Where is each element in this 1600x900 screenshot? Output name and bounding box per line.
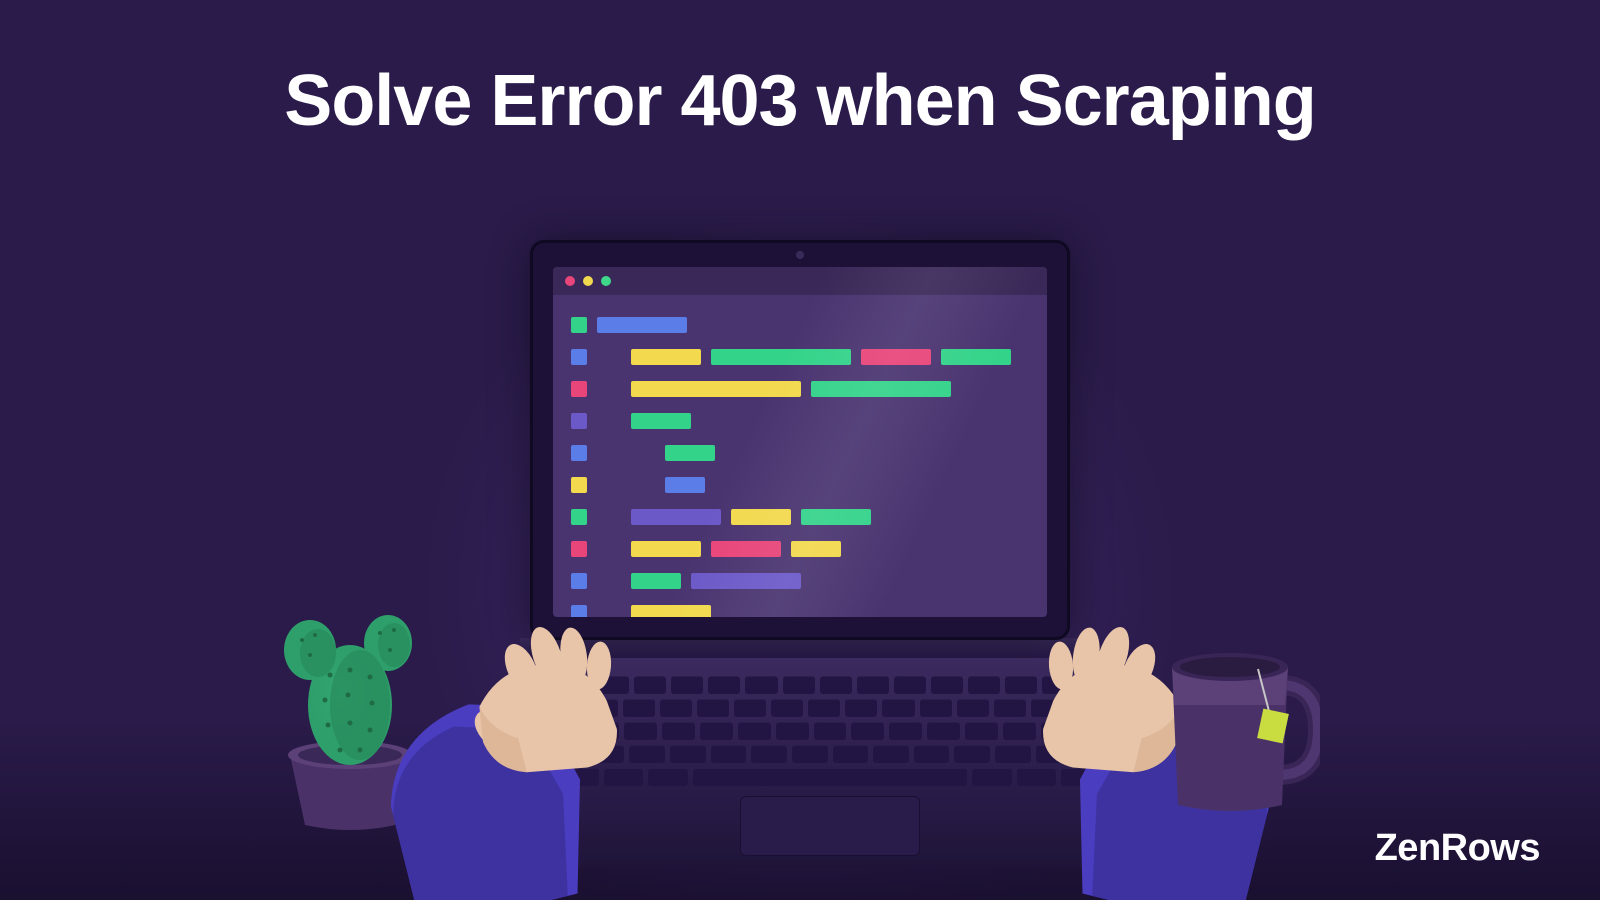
laptop-base [490,658,1170,868]
code-block [553,295,1047,617]
brand-logo: ZenRows [1375,827,1540,870]
traffic-light-minimize-icon [583,276,593,286]
tea-mug-illustration [1150,625,1320,830]
laptop-illustration [490,240,1110,868]
traffic-light-zoom-icon [601,276,611,286]
window-titlebar [553,267,1047,295]
laptop-trackpad [740,796,920,856]
webcam-icon [796,251,804,259]
traffic-light-close-icon [565,276,575,286]
page-title: Solve Error 403 when Scraping [0,60,1600,142]
code-editor-screen [553,267,1047,617]
